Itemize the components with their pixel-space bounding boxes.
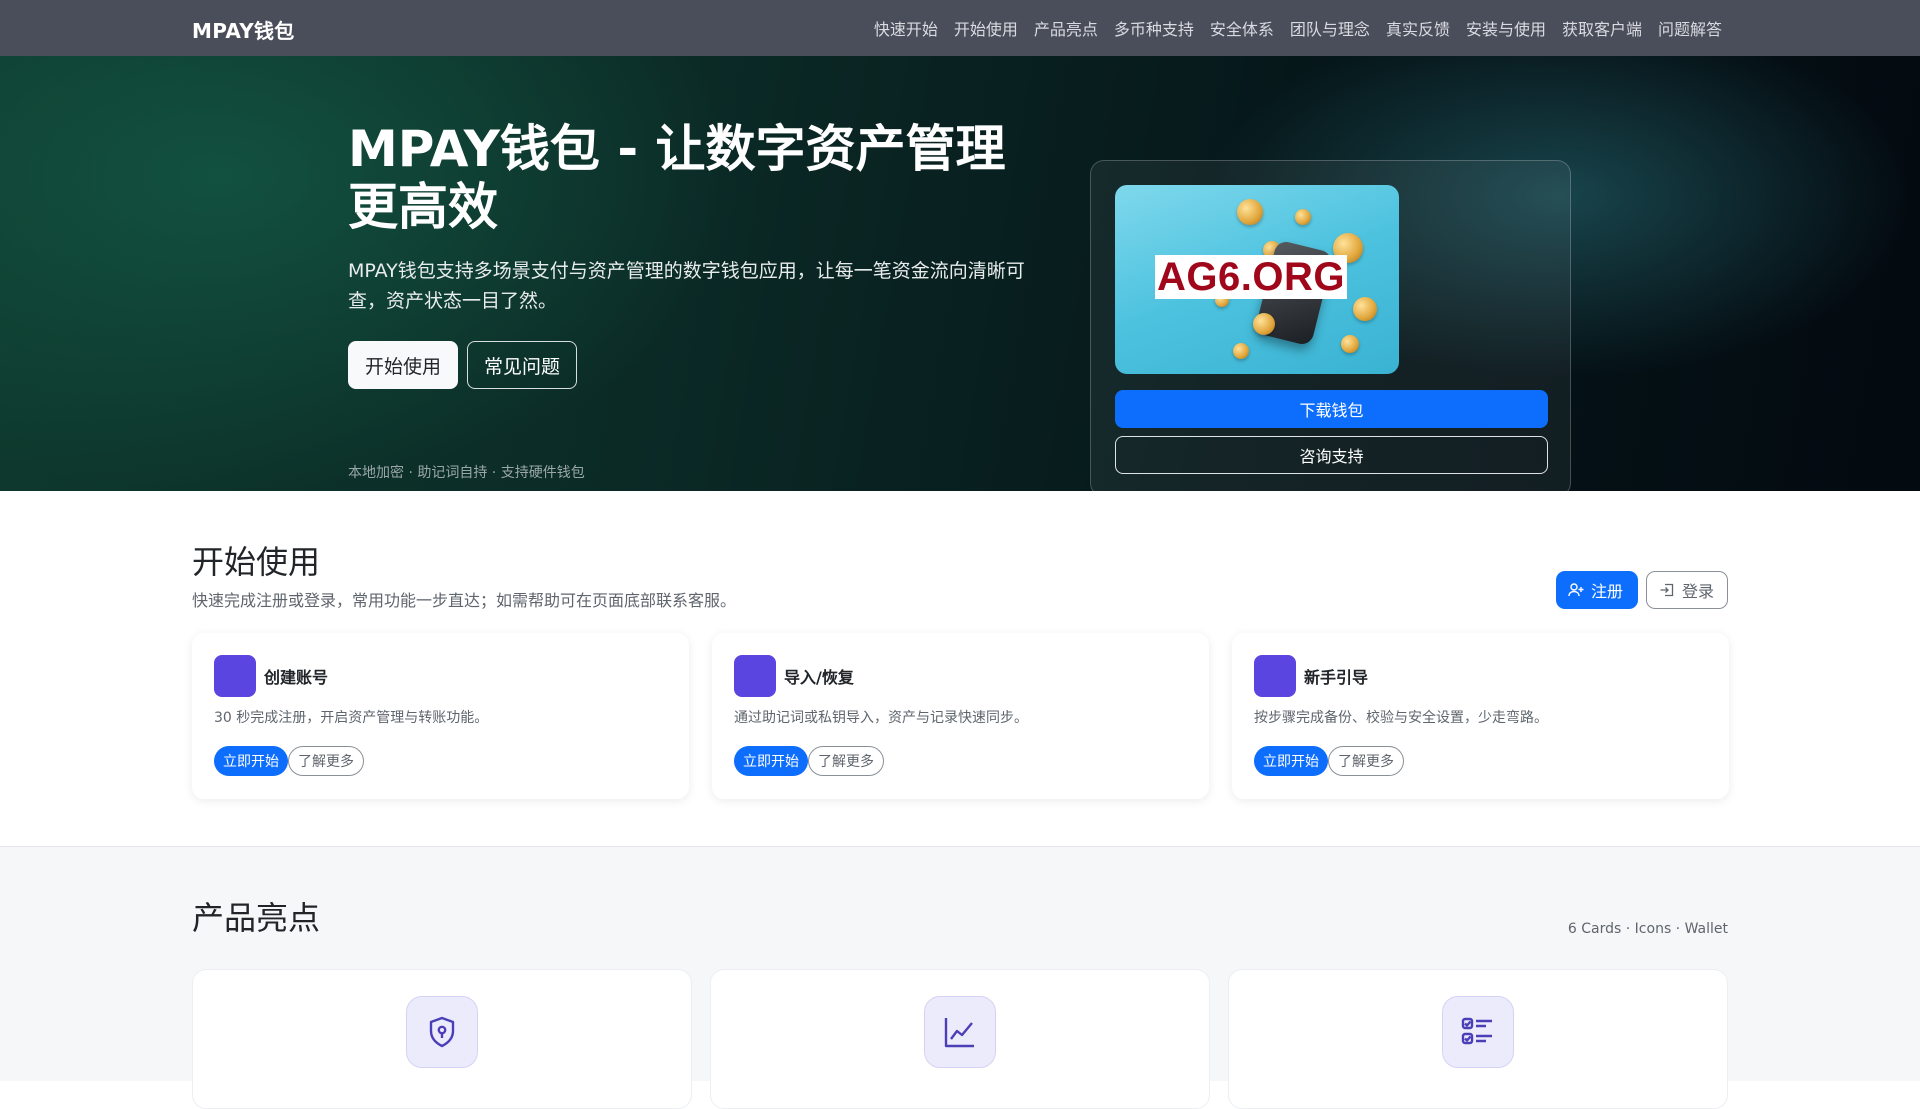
highlight-card [192, 969, 692, 1109]
coin-icon [1237, 199, 1263, 225]
highlight-card [1228, 969, 1728, 1109]
feature-desc: 通过助记词或私钥导入，资产与记录快速同步。 [734, 710, 1028, 726]
hero-security-note: 本地加密 · 助记词自持 · 支持硬件钱包 [348, 465, 585, 481]
coin-icon [1253, 313, 1275, 335]
start-now-button[interactable]: 立即开始 [214, 746, 288, 776]
promo-watermark-text: AG6.ORG [1155, 255, 1347, 299]
feature-card-import-restore: 导入/恢复 通过助记词或私钥导入，资产与记录快速同步。 立即开始 了解更多 [712, 633, 1209, 799]
nav-link-highlights[interactable]: 产品亮点 [1034, 16, 1098, 40]
brand-logo[interactable]: MPAY钱包 [192, 15, 295, 44]
download-card: AG6.ORG 下载钱包 咨询支持 [1090, 160, 1571, 497]
feature-desc: 30 秒完成注册，开启资产管理与转账功能。 [214, 710, 489, 726]
feature-card-beginner-guide: 新手引导 按步骤完成备份、校验与安全设置，少走弯路。 立即开始 了解更多 [1232, 633, 1729, 799]
highlights-section: 产品亮点 6 Cards · Icons · Wallet [0, 846, 1920, 1109]
learn-more-button[interactable]: 了解更多 [288, 746, 364, 776]
highlight-card [710, 969, 1210, 1109]
get-started-title: 开始使用 [192, 543, 321, 581]
get-started-subtitle: 快速完成注册或登录，常用功能一步直达；如需帮助可在页面底部联系客服。 [192, 591, 737, 610]
download-wallet-button[interactable]: 下载钱包 [1115, 390, 1548, 428]
promo-image: AG6.ORG [1115, 185, 1399, 374]
login-icon [1659, 582, 1675, 598]
register-label: 注册 [1591, 582, 1624, 601]
nav-link-faq[interactable]: 问题解答 [1658, 16, 1722, 40]
nav-link-quick-start[interactable]: 快速开始 [874, 16, 938, 40]
feature-title: 创建账号 [264, 668, 329, 687]
learn-more-button[interactable]: 了解更多 [1328, 746, 1404, 776]
coin-icon [1353, 297, 1377, 321]
start-now-button[interactable]: 立即开始 [734, 746, 808, 776]
nav-link-security[interactable]: 安全体系 [1210, 16, 1274, 40]
nav-link-get-started[interactable]: 开始使用 [954, 16, 1018, 40]
line-chart-icon [924, 996, 996, 1068]
highlights-title: 产品亮点 [192, 899, 321, 937]
hero-faq-button[interactable]: 常见问题 [467, 341, 578, 389]
shield-lock-icon [406, 996, 478, 1068]
coin-icon [1295, 209, 1311, 225]
nav-links: 快速开始 开始使用 产品亮点 多币种支持 安全体系 团队与理念 真实反馈 安装与… [874, 0, 1722, 56]
feature-title: 导入/恢复 [784, 668, 854, 687]
start-now-button[interactable]: 立即开始 [1254, 746, 1328, 776]
user-plus-icon [1568, 582, 1584, 598]
contact-support-button[interactable]: 咨询支持 [1115, 436, 1548, 474]
learn-more-button[interactable]: 了解更多 [808, 746, 884, 776]
checklist-icon [1442, 996, 1514, 1068]
hero-title: MPAY钱包 - 让数字资产管理更高效 [348, 120, 1006, 236]
feature-title: 新手引导 [1304, 668, 1369, 687]
nav-link-download-client[interactable]: 获取客户端 [1562, 16, 1642, 40]
feature-icon [734, 655, 776, 697]
highlights-meta: 6 Cards · Icons · Wallet [1567, 921, 1728, 937]
coin-icon [1341, 335, 1359, 353]
feature-desc: 按步骤完成备份、校验与安全设置，少走弯路。 [1254, 710, 1548, 726]
nav-link-install[interactable]: 安装与使用 [1466, 16, 1546, 40]
feature-icon [214, 655, 256, 697]
coin-icon [1233, 343, 1249, 359]
hero-buttons: 开始使用 常见问题 [348, 341, 578, 389]
nav-link-team[interactable]: 团队与理念 [1290, 16, 1370, 40]
register-button[interactable]: 注册 [1556, 571, 1638, 609]
login-button[interactable]: 登录 [1646, 571, 1728, 609]
hero-section: MPAY钱包 - 让数字资产管理更高效 MPAY钱包支持多场景支付与资产管理的数… [0, 56, 1920, 497]
login-label: 登录 [1682, 582, 1715, 601]
feature-card-create-account: 创建账号 30 秒完成注册，开启资产管理与转账功能。 立即开始 了解更多 [192, 633, 689, 799]
hero-subtitle: MPAY钱包支持多场景支付与资产管理的数字钱包应用，让每一笔资金流向清晰可查，资… [348, 260, 1025, 312]
hero-start-button[interactable]: 开始使用 [348, 341, 459, 389]
top-navbar: MPAY钱包 快速开始 开始使用 产品亮点 多币种支持 安全体系 团队与理念 真… [0, 0, 1920, 56]
feature-icon [1254, 655, 1296, 697]
nav-link-multi-currency[interactable]: 多币种支持 [1114, 16, 1194, 40]
nav-link-feedback[interactable]: 真实反馈 [1386, 16, 1450, 40]
